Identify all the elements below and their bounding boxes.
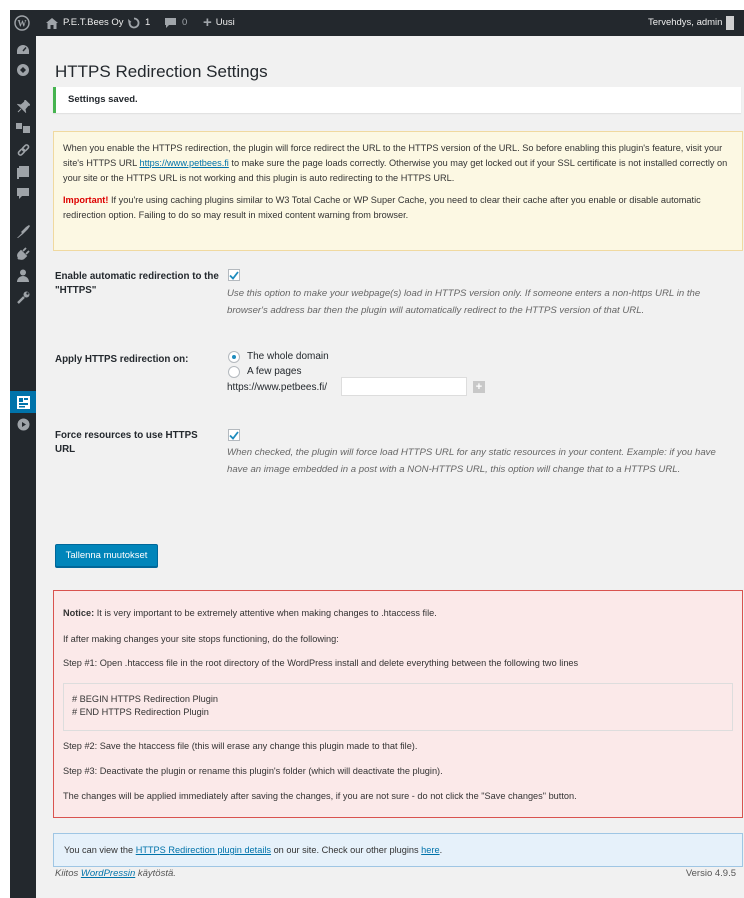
auto-redirect-checkbox[interactable] xyxy=(228,269,240,281)
updates-count: 1 xyxy=(145,17,151,28)
plugin-details-link[interactable]: HTTPS Redirection plugin details xyxy=(136,845,271,855)
htaccess-code-block: # BEGIN HTTPS Redirection Plugin # END H… xyxy=(63,683,733,731)
updates-icon xyxy=(128,17,140,29)
settings-saved-text: Settings saved. xyxy=(68,94,138,105)
plus-icon: + xyxy=(203,14,212,31)
auto-redirect-description: Use this option to make your webpage(s) … xyxy=(227,288,701,316)
media-icon[interactable] xyxy=(16,121,30,135)
apply-on-label: Apply HTTPS redirection on: xyxy=(55,354,189,365)
notice-label: Notice: xyxy=(63,608,95,618)
htaccess-notice-line: Notice: It is very important to be extre… xyxy=(63,608,437,618)
home-icon xyxy=(46,17,58,29)
site-name: P.E.T.Bees Oy xyxy=(63,17,124,28)
comments-link[interactable]: 0 xyxy=(165,10,187,36)
admin-sidebar xyxy=(10,36,41,898)
pin-icon[interactable] xyxy=(16,99,30,113)
radio-few-pages-label: A few pages xyxy=(247,366,302,377)
main-content: HTTPS Redirection Settings Settings save… xyxy=(36,36,744,898)
comment-icon xyxy=(165,17,176,29)
account-menu[interactable]: Tervehdys, admin xyxy=(648,10,735,36)
svg-text:W: W xyxy=(18,19,27,29)
radio-few-pages[interactable] xyxy=(228,366,240,378)
important-label: Important! xyxy=(63,194,109,205)
page-url-input[interactable] xyxy=(341,377,467,396)
warning-paragraph-2: Important! If you're using caching plugi… xyxy=(63,193,733,223)
plugin-info-box: You can view the HTTPS Redirection plugi… xyxy=(53,833,743,867)
force-resources-label: Force resources to use HTTPS URL xyxy=(55,430,198,455)
link-icon[interactable] xyxy=(16,143,30,157)
tools-icon[interactable] xyxy=(16,290,30,304)
footer-thanks-a: Kiitos xyxy=(55,868,81,879)
info-text-3: . xyxy=(439,845,443,855)
radio-whole-domain[interactable] xyxy=(228,351,240,363)
greeting: Tervehdys, admin xyxy=(648,17,723,28)
wordpress-link[interactable]: WordPressin xyxy=(81,868,135,879)
footer-thanks: Kiitos WordPressin käytöstä. xyxy=(55,868,176,879)
code-end-line: # END HTTPS Redirection Plugin xyxy=(72,706,209,717)
wordfence-icon[interactable] xyxy=(16,63,30,77)
avatar xyxy=(726,16,735,30)
checkmark-icon xyxy=(229,430,239,440)
new-content-link[interactable]: + Uusi xyxy=(203,10,235,36)
footer-thanks-b: käytöstä. xyxy=(135,868,176,879)
admin-bar: W P.E.T.Bees Oy 1 0 + Uusi Tervehdys, ad… xyxy=(10,10,744,36)
add-page-plus-icon[interactable]: + xyxy=(473,381,485,393)
appearance-icon[interactable] xyxy=(16,224,30,238)
footer-version: Versio 4.9.5 xyxy=(685,868,736,879)
htaccess-line-2: If after making changes your site stops … xyxy=(63,634,339,644)
wordpress-logo-icon[interactable]: W xyxy=(14,10,30,36)
info-text-2: on our site. Check our other plugins xyxy=(271,845,422,855)
comments-count: 0 xyxy=(182,17,188,28)
save-changes-button[interactable]: Tallenna muutokset xyxy=(55,544,158,567)
settings-icon[interactable] xyxy=(16,395,30,409)
htaccess-step-3: Step #3: Deactivate the plugin or rename… xyxy=(63,766,443,776)
htaccess-final-note: The changes will be applied immediately … xyxy=(63,791,577,801)
page-title: HTTPS Redirection Settings xyxy=(55,62,268,81)
users-icon[interactable] xyxy=(16,268,30,282)
checkmark-icon xyxy=(229,270,239,280)
radio-whole-domain-label: The whole domain xyxy=(247,351,329,362)
force-resources-checkbox[interactable] xyxy=(228,429,240,441)
wp-admin-frame: W P.E.T.Bees Oy 1 0 + Uusi Tervehdys, ad… xyxy=(10,10,744,898)
info-text-1: You can view the xyxy=(64,845,136,855)
dashboard-icon[interactable] xyxy=(16,43,30,57)
other-plugins-link[interactable]: here xyxy=(421,845,439,855)
force-resources-description: When checked, the plugin will force load… xyxy=(227,447,716,475)
https-warning-box: When you enable the HTTPS redirection, t… xyxy=(53,131,743,251)
updates-link[interactable]: 1 xyxy=(128,10,150,36)
pages-icon[interactable] xyxy=(16,165,30,179)
notice-text: It is very important to be extremely att… xyxy=(94,608,437,618)
plugins-icon[interactable] xyxy=(16,246,30,260)
warning-text-2: If you're using caching plugins similar … xyxy=(63,194,701,220)
site-name-link[interactable]: P.E.T.Bees Oy xyxy=(46,10,124,36)
auto-redirect-label: Enable automatic redirection to the "HTT… xyxy=(55,271,219,296)
code-begin-line: # BEGIN HTTPS Redirection Plugin xyxy=(72,694,219,704)
htaccess-step-2: Step #2: Save the htaccess file (this wi… xyxy=(63,741,418,751)
htaccess-notice-box: Notice: It is very important to be extre… xyxy=(53,590,743,818)
play-icon[interactable] xyxy=(16,417,30,431)
htaccess-step-1: Step #1: Open .htaccess file in the root… xyxy=(63,658,579,668)
settings-saved-notice: Settings saved. xyxy=(53,87,741,113)
site-https-link[interactable]: https://www.petbees.fi xyxy=(139,158,228,168)
url-prefix: https://www.petbees.fi/ xyxy=(227,382,328,393)
new-label: Uusi xyxy=(215,17,235,28)
comments-icon[interactable] xyxy=(16,187,30,201)
warning-paragraph-1: When you enable the HTTPS redirection, t… xyxy=(63,141,733,187)
